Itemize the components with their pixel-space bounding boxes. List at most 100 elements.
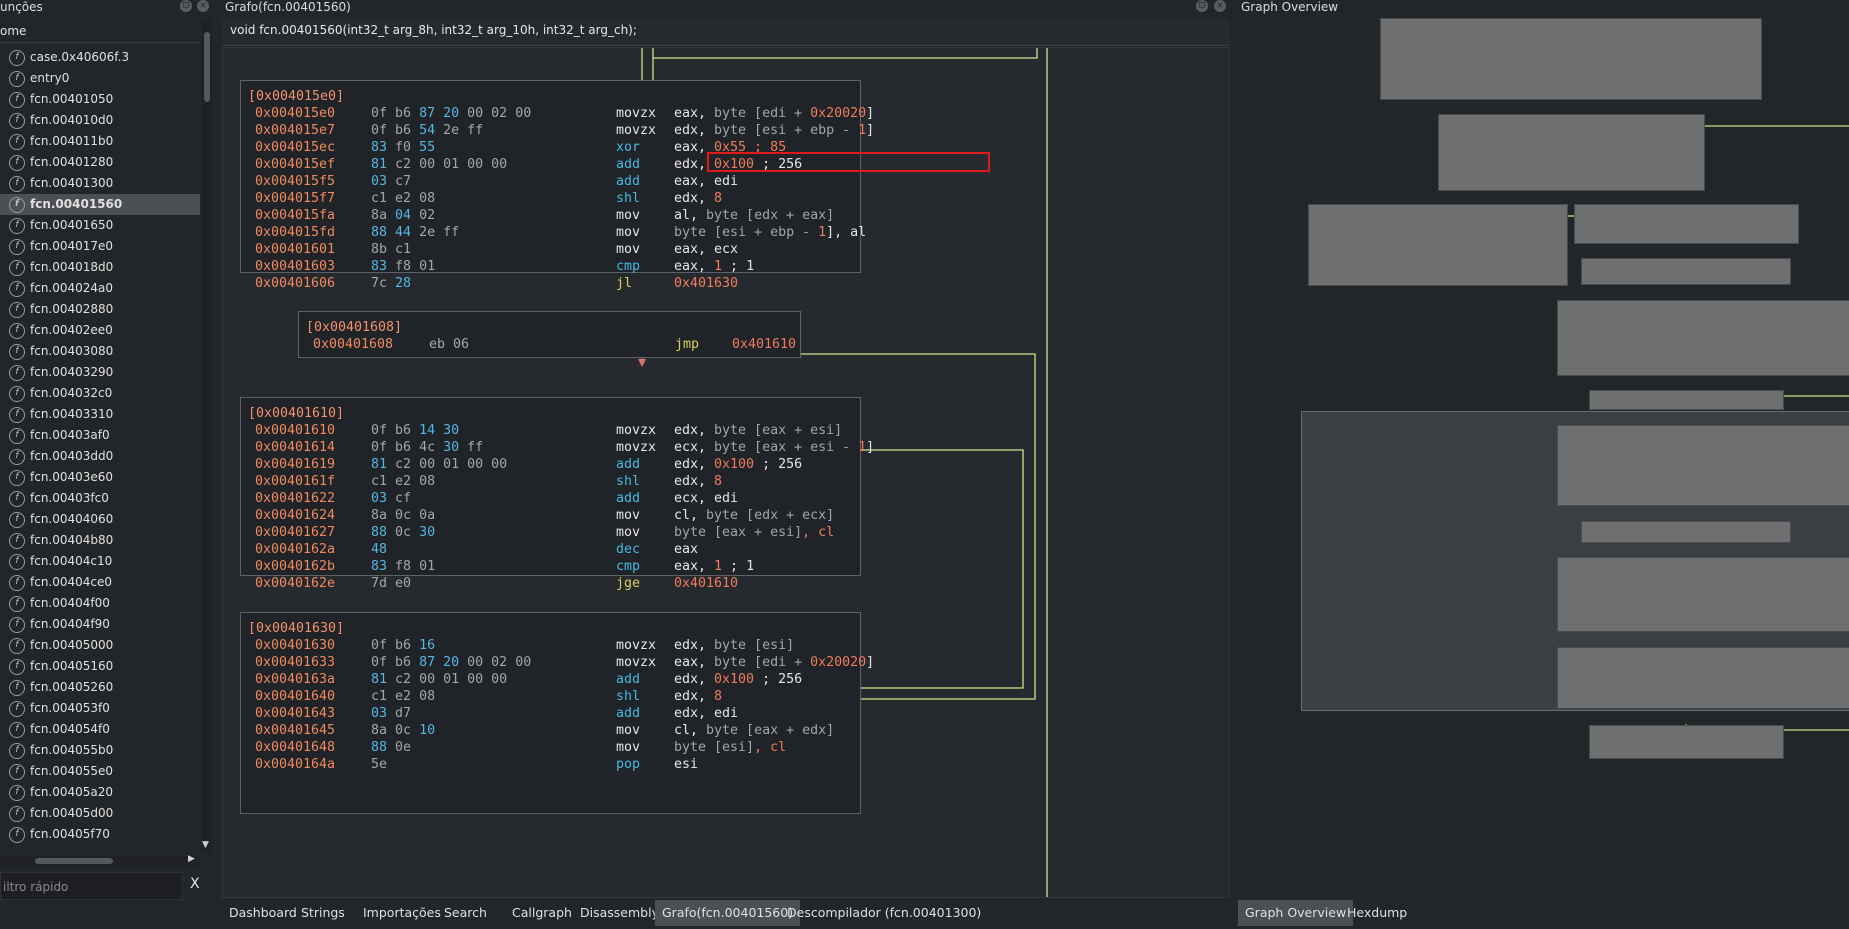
instruction-address[interactable]: 0x00401606 (255, 275, 335, 292)
function-list-item[interactable]: f fcn.00401300 (0, 173, 200, 194)
instruction-address[interactable]: 0x004015fd (255, 224, 335, 241)
tab-grafo-fcn-00401560[interactable]: Grafo(fcn.00401560) (655, 900, 801, 926)
tab-dashboard[interactable]: Dashboard (222, 900, 304, 926)
instruction-address[interactable]: 0x00401633 (255, 654, 335, 671)
instruction-address[interactable]: 0x004015f7 (255, 190, 335, 207)
function-list-item[interactable]: f fcn.00403fc0 (0, 488, 200, 509)
function-list-item[interactable]: f fcn.00405260 (0, 677, 200, 698)
function-list-item[interactable]: f fcn.00402ee0 (0, 320, 200, 341)
instruction-address[interactable]: 0x00401643 (255, 705, 335, 722)
float-icon[interactable]: ⊡ (180, 0, 192, 12)
instruction-address[interactable]: 0x0040164a (255, 756, 335, 773)
close-icon[interactable]: × (197, 0, 209, 12)
scroll-down-arrow-icon[interactable]: ▼ (202, 840, 209, 850)
function-list-item[interactable]: f fcn.00404060 (0, 509, 200, 530)
instruction-address[interactable]: 0x0040163a (255, 671, 335, 688)
instruction-address[interactable]: 0x0040162e (255, 575, 335, 592)
tab-search[interactable]: Search (437, 900, 494, 926)
tab-descompilador-fcn-00401300[interactable]: Descompilador (fcn.00401300) (780, 900, 988, 926)
instruction-address[interactable]: 0x00401614 (255, 439, 335, 456)
instruction-address[interactable]: 0x0040162a (255, 541, 335, 558)
function-list-item[interactable]: f fcn.00403310 (0, 404, 200, 425)
code-block[interactable]: [0x004015e0] 0x004015e0 0f b6 87 20 00 02 … (240, 80, 874, 291)
scroll-right-arrow-icon[interactable]: ▶ (188, 854, 195, 864)
float-icon[interactable]: ⊡ (1196, 0, 1208, 12)
function-list-item[interactable]: f fcn.00404c10 (0, 551, 200, 572)
function-list-item[interactable]: f fcn.00401650 (0, 215, 200, 236)
close-icon[interactable]: × (1214, 0, 1226, 12)
function-list-item[interactable]: f fcn.00405d00 (0, 803, 200, 824)
tab-disassembly[interactable]: Disassembly (573, 900, 666, 926)
instruction-address[interactable]: 0x004015fa (255, 207, 335, 224)
function-list-item[interactable]: f fcn.004010d0 (0, 110, 200, 131)
function-list-item[interactable]: f fcn.00401280 (0, 152, 200, 173)
function-list-item[interactable]: f fcn.00403af0 (0, 425, 200, 446)
operand-part: edx, (674, 423, 715, 438)
instruction-address[interactable]: 0x00401619 (255, 456, 335, 473)
instruction-address[interactable]: 0x004015ef (255, 156, 335, 173)
graph-overview[interactable] (1238, 18, 1849, 898)
function-list-item[interactable]: f fcn.004018d0 (0, 257, 200, 278)
code-block[interactable]: [0x00401608] 0x00401608 eb 06 jmp 0x401610 (298, 311, 801, 358)
instruction-address[interactable]: 0x00401640 (255, 688, 335, 705)
function-list-item[interactable]: f fcn.00403080 (0, 341, 200, 362)
tab-graph-overview[interactable]: Graph Overview (1238, 900, 1354, 926)
function-list-item[interactable]: f fcn.00405f70 (0, 824, 200, 845)
function-list-item[interactable]: f fcn.00404f90 (0, 614, 200, 635)
instruction-address[interactable]: 0x00401622 (255, 490, 335, 507)
scrollbar-thumb[interactable] (204, 32, 210, 102)
function-list-item[interactable]: f fcn.00401560 (0, 194, 200, 215)
function-list-item[interactable]: f fcn.004017e0 (0, 236, 200, 257)
function-list-item[interactable]: f fcn.004024a0 (0, 278, 200, 299)
instruction-address[interactable]: 0x00401648 (255, 739, 335, 756)
function-list-item[interactable]: f fcn.00405160 (0, 656, 200, 677)
function-list-item[interactable]: f fcn.00402880 (0, 299, 200, 320)
instruction-address[interactable]: 0x00401630 (255, 637, 335, 654)
code-block[interactable]: [0x00401610] 0x00401610 0f b6 14 30 movzx ed… (240, 397, 874, 591)
functions-vertical-scrollbar[interactable]: ▼ (202, 20, 212, 852)
function-list-item[interactable]: f fcn.00404b80 (0, 530, 200, 551)
instruction-address[interactable]: 0x00401601 (255, 241, 335, 258)
functions-horizontal-scrollbar[interactable]: ▶ (0, 854, 200, 866)
function-list-item[interactable]: f fcn.004032c0 (0, 383, 200, 404)
function-list-item[interactable]: f case.0x40606f.3 (0, 47, 200, 68)
function-list-item[interactable]: f fcn.004053f0 (0, 698, 200, 719)
instruction-address[interactable]: 0x00401603 (255, 258, 335, 275)
code-block[interactable]: [0x00401630] 0x00401630 0f b6 16 movzx edx, … (240, 612, 874, 814)
instruction-address[interactable]: 0x004015f5 (255, 173, 335, 190)
function-list-item[interactable]: f fcn.00403290 (0, 362, 200, 383)
function-list-item[interactable]: f fcn.00404f00 (0, 593, 200, 614)
instruction-address[interactable]: 0x00401627 (255, 524, 335, 541)
operand-part: 1 (858, 123, 867, 138)
functions-column-header[interactable]: ome (0, 20, 200, 43)
function-list-item[interactable]: f fcn.00405000 (0, 635, 200, 656)
function-list-item[interactable]: f fcn.004011b0 (0, 131, 200, 152)
tab-strings[interactable]: Strings (294, 900, 352, 926)
function-list-item[interactable]: f fcn.00401050 (0, 89, 200, 110)
instruction-address[interactable]: 0x00401610 (255, 422, 335, 439)
byte: 87 (419, 655, 444, 670)
instruction-address[interactable]: 0x004015e7 (255, 122, 335, 139)
quick-filter-input[interactable]: iltro rápido (0, 872, 183, 900)
function-list-item[interactable]: f fcn.00403dd0 (0, 446, 200, 467)
tab-importa-es[interactable]: Importações (356, 900, 448, 926)
instruction-address[interactable]: 0x00401645 (255, 722, 335, 739)
tab-callgraph[interactable]: Callgraph (505, 900, 579, 926)
function-list-item[interactable]: f fcn.004054f0 (0, 719, 200, 740)
scrollbar-thumb[interactable] (35, 858, 113, 864)
function-list-item[interactable]: f fcn.004055b0 (0, 740, 200, 761)
function-list-item[interactable]: f fcn.00403e60 (0, 467, 200, 488)
tab-hexdump[interactable]: Hexdump (1340, 900, 1414, 926)
instruction-address[interactable]: 0x0040162b (255, 558, 335, 575)
instruction-address[interactable]: 0x00401608 (313, 336, 393, 353)
function-list-item[interactable]: f entry0 (0, 68, 200, 89)
instruction-address[interactable]: 0x004015ec (255, 139, 335, 156)
instruction-address[interactable]: 0x00401624 (255, 507, 335, 524)
instruction-address[interactable]: 0x0040161f (255, 473, 335, 490)
graph-canvas[interactable]: [0x004015e0] 0x004015e0 0f b6 87 20 00 02 … (222, 47, 1230, 898)
function-list-item[interactable]: f fcn.004055e0 (0, 761, 200, 782)
function-list-item[interactable]: f fcn.00404ce0 (0, 572, 200, 593)
clear-filter-button[interactable]: X (190, 876, 200, 892)
instruction-address[interactable]: 0x004015e0 (255, 105, 335, 122)
function-list-item[interactable]: f fcn.00405a20 (0, 782, 200, 803)
